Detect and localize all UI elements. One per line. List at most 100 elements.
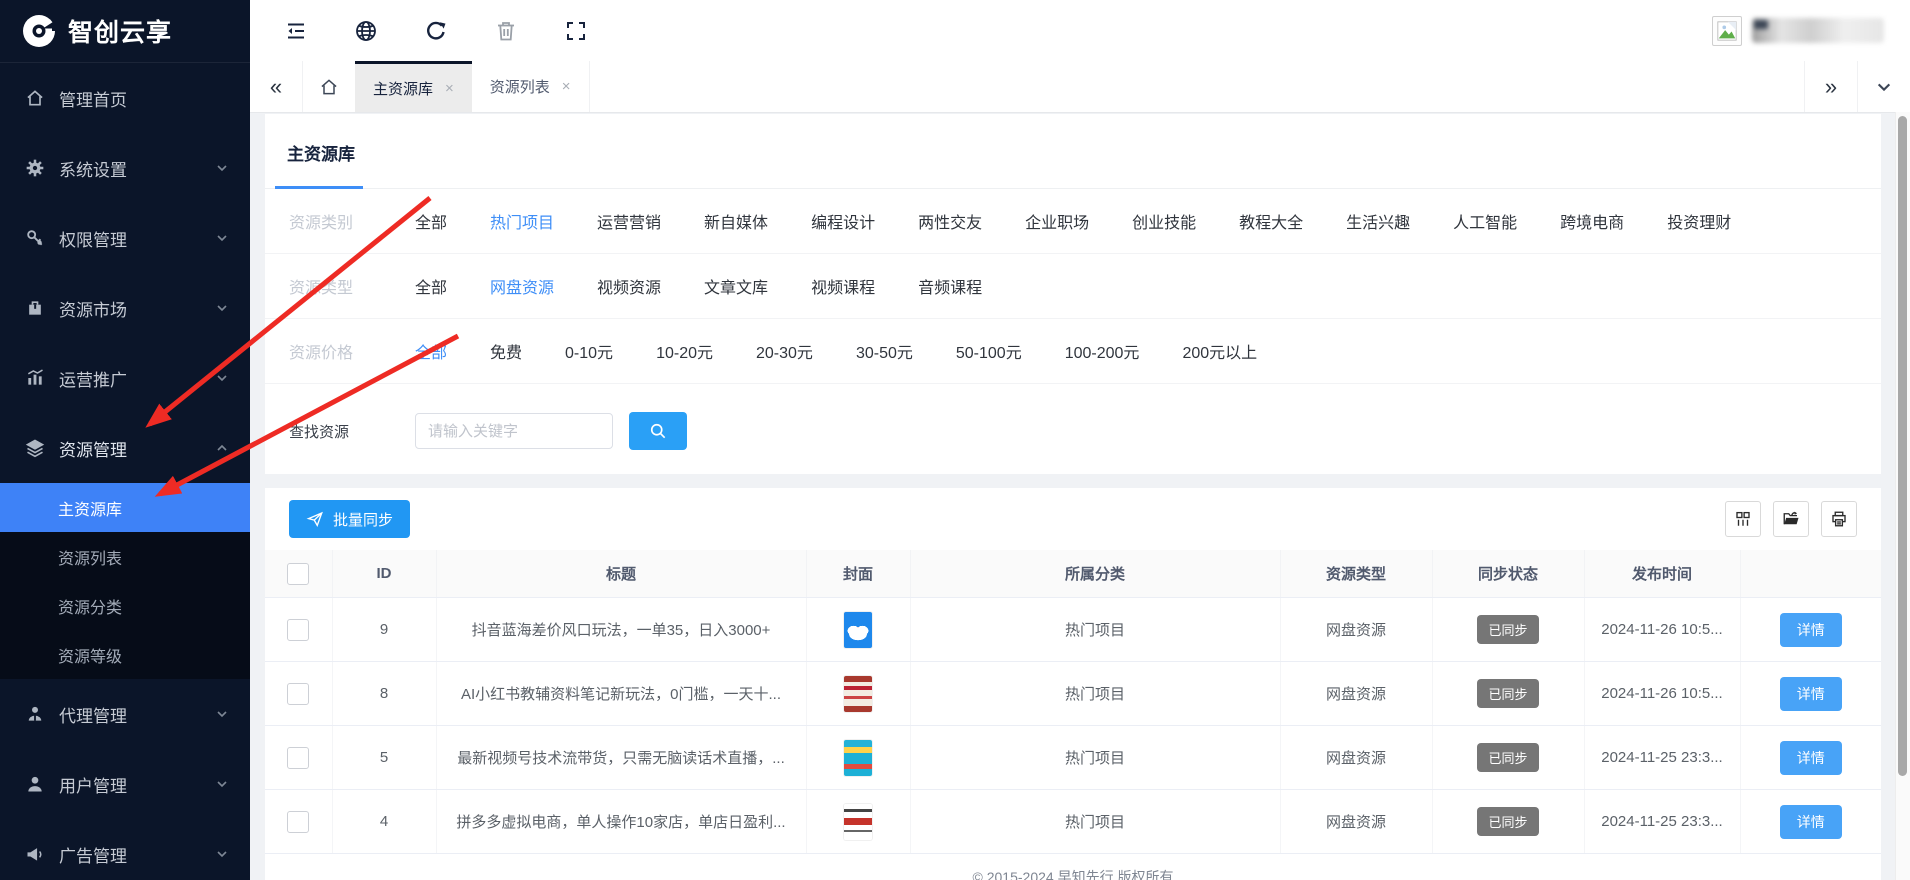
sidebar-subitem-resource-level[interactable]: 资源等级 [0, 630, 250, 679]
filter-option[interactable]: 视频资源 [597, 274, 661, 298]
tabs-menu-button[interactable] [1857, 61, 1910, 112]
cell-category: 热门项目 [910, 661, 1281, 726]
filter-option[interactable]: 文章文库 [704, 274, 768, 298]
column-header-category: 所属分类 [910, 550, 1281, 598]
sidebar-item-dashboard[interactable]: 管理首页 [0, 63, 250, 133]
filter-option[interactable]: 全部 [415, 274, 447, 298]
search-label: 查找资源 [289, 423, 350, 441]
sidebar-subitem-resource-list[interactable]: 资源列表 [0, 532, 250, 581]
filter-option[interactable]: 人工智能 [1453, 209, 1517, 233]
filter-option-active[interactable]: 全部 [415, 339, 447, 363]
filter-option[interactable]: 企业职场 [1025, 209, 1089, 233]
row-checkbox[interactable] [287, 746, 310, 769]
sidebar-subitem-resource-category[interactable]: 资源分类 [0, 581, 250, 630]
tabs-scroll-right-button[interactable]: » [1804, 61, 1857, 112]
filter-row-category: 资源类别 全部 热门项目 运营营销 新自媒体 编程设计 两性交友 企业职场 创业… [265, 189, 1881, 254]
filter-option[interactable]: 生活兴趣 [1346, 209, 1410, 233]
cell-category: 热门项目 [910, 597, 1281, 662]
filter-option[interactable]: 音频课程 [918, 274, 982, 298]
trash-icon[interactable] [494, 19, 518, 43]
table-tool-icons [1725, 501, 1857, 537]
filter-option[interactable]: 50-100元 [956, 339, 1022, 363]
row-checkbox[interactable] [287, 682, 310, 705]
filter-option[interactable]: 10-20元 [656, 339, 713, 363]
filter-option[interactable]: 0-10元 [565, 339, 613, 363]
tabbar-spacer [590, 61, 1804, 112]
cell-publish-date: 2024-11-26 10:5... [1584, 661, 1741, 726]
cell-type: 网盘资源 [1280, 597, 1433, 662]
sidebar-item-agent-management[interactable]: 代理管理 [0, 679, 250, 749]
batch-sync-button[interactable]: 批量同步 [289, 500, 411, 538]
column-header-title: 标题 [436, 550, 807, 598]
columns-settings-button[interactable] [1725, 501, 1761, 537]
sidebar-item-resource-management[interactable]: 资源管理 [0, 413, 250, 483]
filter-option[interactable]: 全部 [415, 209, 447, 233]
sidebar-item-label: 广告管理 [59, 846, 127, 866]
filter-option[interactable]: 30-50元 [856, 339, 913, 363]
app-window: 智创云享 管理首页 系统设置 权限管理 资源市场 运营推广 资源管理 主资源库 … [0, 0, 1910, 880]
detail-button[interactable]: 详情 [1779, 612, 1842, 647]
refresh-icon[interactable] [424, 19, 448, 43]
topbar-user-area[interactable] [1712, 15, 1910, 46]
filter-option[interactable]: 200元以上 [1182, 339, 1257, 363]
filter-option[interactable]: 创业技能 [1132, 209, 1196, 233]
export-button[interactable] [1773, 501, 1809, 537]
filter-option[interactable]: 视频课程 [811, 274, 875, 298]
sidebar-item-system-settings[interactable]: 系统设置 [0, 133, 250, 203]
briefcase-icon [29, 301, 41, 315]
sidebar-item-operations[interactable]: 运营推广 [0, 343, 250, 413]
tab-resource-list[interactable]: 资源列表 × [472, 61, 590, 112]
tab-main-repository[interactable]: 主资源库 × [355, 61, 472, 112]
sidebar-item-permissions[interactable]: 权限管理 [0, 203, 250, 273]
search-input[interactable] [415, 413, 613, 449]
tab-home-button[interactable] [303, 61, 355, 112]
filter-option[interactable]: 运营营销 [597, 209, 661, 233]
detail-button[interactable]: 详情 [1779, 676, 1842, 711]
filter-option[interactable]: 免费 [490, 339, 522, 363]
table-row: 8 AI小红书教辅资料笔记新玩法，0门槛，一天十... 热门项目 网盘资源 已同… [265, 661, 1881, 726]
filter-option[interactable]: 两性交友 [918, 209, 982, 233]
row-checkbox[interactable] [287, 618, 310, 641]
chevron-down-icon [217, 781, 227, 788]
filter-option-active[interactable]: 热门项目 [490, 209, 554, 233]
scrollbar-thumb[interactable] [1898, 116, 1907, 776]
print-icon [1832, 511, 1846, 527]
filter-option[interactable]: 新自媒体 [704, 209, 768, 233]
row-checkbox[interactable] [287, 810, 310, 833]
sidebar: 智创云享 管理首页 系统设置 权限管理 资源市场 运营推广 资源管理 主资源库 … [0, 0, 250, 880]
filter-option-active[interactable]: 网盘资源 [490, 274, 554, 298]
filter-options: 全部 免费 0-10元 10-20元 20-30元 30-50元 50-100元… [415, 339, 1257, 363]
collapse-sidebar-icon[interactable] [284, 19, 308, 43]
filter-option[interactable]: 教程大全 [1239, 209, 1303, 233]
detail-button[interactable]: 详情 [1779, 740, 1842, 775]
tab-label: 主资源库 [373, 80, 434, 98]
search-button[interactable] [629, 412, 687, 450]
export-icon [1783, 511, 1799, 525]
select-all-checkbox[interactable] [287, 562, 310, 585]
filter-option[interactable]: 20-30元 [756, 339, 813, 363]
sidebar-item-user-management[interactable]: 用户管理 [0, 749, 250, 819]
filter-option[interactable]: 投资理财 [1667, 209, 1731, 233]
sync-status-badge: 已同步 [1477, 679, 1539, 708]
chevron-down-icon [217, 375, 227, 382]
detail-button[interactable]: 详情 [1779, 804, 1842, 839]
filter-row-type: 资源类型 全部 网盘资源 视频资源 文章文库 视频课程 音频课程 [265, 254, 1881, 319]
sidebar-subitem-main-repository[interactable]: 主资源库 [0, 483, 250, 532]
chevron-down-icon [1877, 83, 1891, 91]
filter-option[interactable]: 编程设计 [811, 209, 875, 233]
sidebar-item-resource-market[interactable]: 资源市场 [0, 273, 250, 343]
sidebar-subitem-label: 资源分类 [58, 599, 123, 617]
columns-icon [1736, 511, 1750, 526]
sidebar-item-ad-management[interactable]: 广告管理 [0, 819, 250, 880]
close-icon[interactable]: × [445, 80, 454, 97]
globe-icon[interactable] [354, 19, 378, 43]
close-icon[interactable]: × [562, 78, 571, 95]
tabs-scroll-left-button[interactable]: « [250, 61, 303, 112]
chevron-down-icon [217, 235, 227, 242]
print-button[interactable] [1821, 501, 1857, 537]
user-icon [28, 776, 42, 792]
fullscreen-icon[interactable] [564, 19, 588, 43]
filter-option[interactable]: 100-200元 [1065, 339, 1140, 363]
filter-option[interactable]: 跨境电商 [1560, 209, 1624, 233]
vertical-scrollbar [1895, 112, 1910, 880]
